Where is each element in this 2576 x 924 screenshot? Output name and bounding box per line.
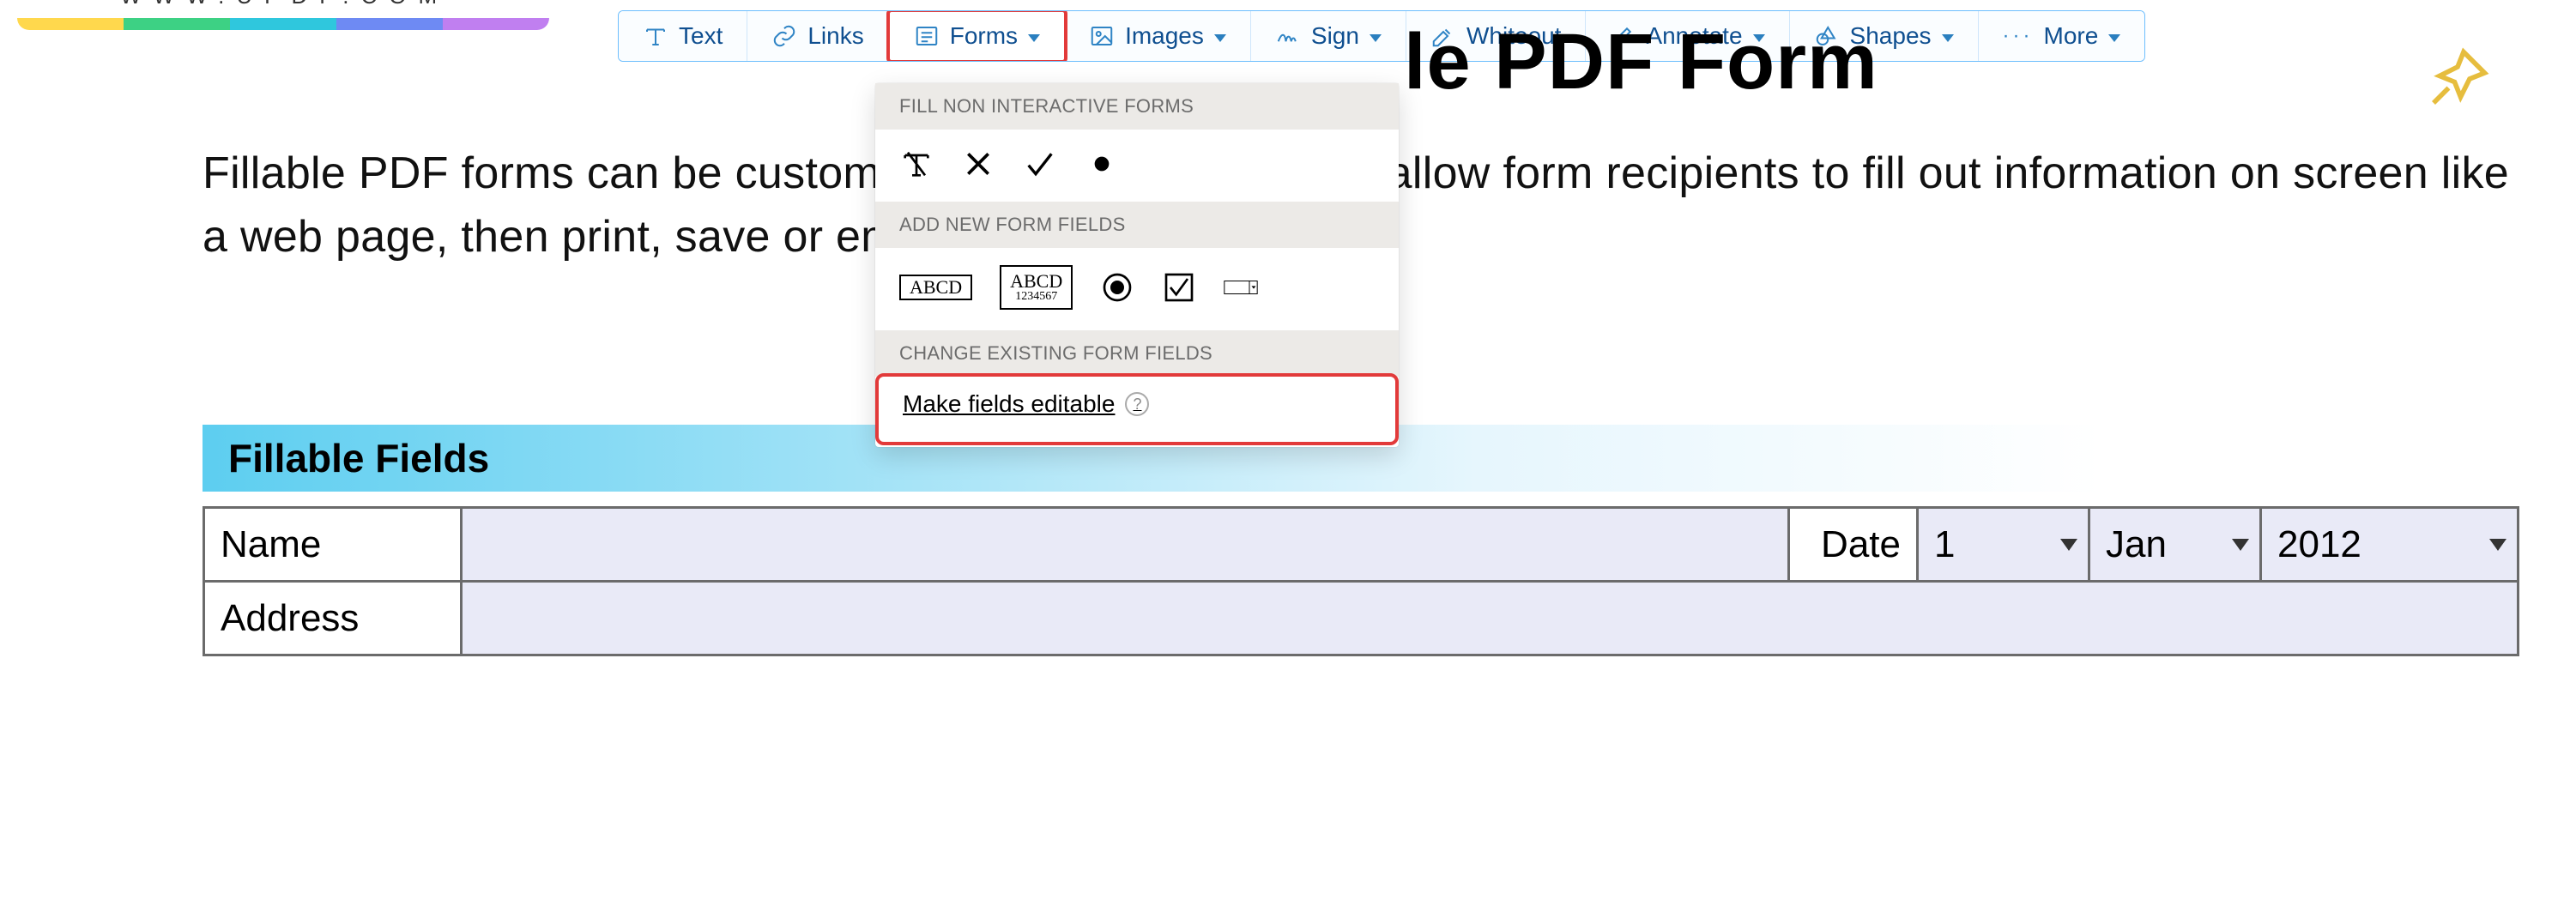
form-icon (914, 23, 940, 49)
form-table: Name Date 1 Jan 2012 Address (203, 506, 2519, 656)
chevron-down-icon (2060, 539, 2077, 551)
links-button[interactable]: Links (747, 11, 888, 61)
date-year-value: 2012 (2277, 523, 2361, 565)
sign-label: Sign (1311, 22, 1359, 50)
links-label: Links (807, 22, 863, 50)
chevron-down-icon (2489, 539, 2506, 551)
table-row: Name Date 1 Jan 2012 (204, 508, 2519, 582)
date-month-value: Jan (2106, 523, 2167, 565)
chevron-down-icon (2232, 539, 2249, 551)
add-dot-tool[interactable] (1085, 147, 1119, 181)
dot-icon (1085, 147, 1119, 181)
textfield-icon: ABCD (899, 275, 972, 300)
add-multitext-tool[interactable]: ABCD1234567 (1000, 265, 1073, 310)
image-icon (1089, 23, 1115, 49)
add-radio-tool[interactable] (1100, 270, 1134, 305)
date-day-value: 1 (1934, 523, 1955, 565)
link-icon (771, 23, 797, 49)
sign-button[interactable]: Sign (1251, 11, 1406, 61)
x-icon (961, 147, 995, 181)
text-icon (643, 23, 668, 49)
address-label: Address (204, 582, 462, 655)
radio-icon (1100, 270, 1134, 305)
pin-icon[interactable] (2422, 43, 2494, 115)
multitext-l1: ABCD (1010, 272, 1062, 291)
rainbow-bar (17, 18, 549, 30)
sign-icon (1275, 23, 1301, 49)
add-textfield-tool[interactable]: ABCD (899, 275, 972, 300)
logo-area: WWW.UPDF.COM (17, 0, 549, 30)
add-x-tool[interactable] (961, 147, 995, 181)
table-row: Address (204, 582, 2519, 655)
multitext-icon: ABCD1234567 (1000, 265, 1073, 310)
add-text-tool[interactable] (899, 147, 934, 181)
multitext-l2: 1234567 (1010, 291, 1062, 303)
page-title-fragment: le PDF Form (1404, 17, 2125, 107)
make-editable-row: Make fields editable ? (879, 377, 1395, 442)
date-year-select[interactable]: 2012 (2261, 508, 2519, 582)
name-label: Name (204, 508, 462, 582)
images-label: Images (1125, 22, 1204, 50)
address-field[interactable] (462, 582, 2519, 655)
dropdown-field-icon (1224, 270, 1258, 305)
text-tool-icon (899, 147, 934, 181)
forms-dropdown: FILL NON INTERACTIVE FORMS ADD NEW FORM … (875, 83, 1399, 447)
fill-row (875, 130, 1399, 202)
add-dropdown-tool[interactable] (1224, 270, 1258, 305)
date-label: Date (1789, 508, 1918, 582)
chevron-down-icon (1214, 34, 1226, 42)
date-month-select[interactable]: Jan (2089, 508, 2261, 582)
chevron-down-icon (1028, 34, 1040, 42)
add-checkbox-tool[interactable] (1162, 270, 1196, 305)
make-editable-link[interactable]: Make fields editable ? (903, 390, 1149, 418)
add-heading: ADD NEW FORM FIELDS (875, 202, 1399, 248)
text-button[interactable]: Text (619, 11, 747, 61)
check-icon (1023, 147, 1057, 181)
date-day-select[interactable]: 1 (1918, 508, 2089, 582)
images-button[interactable]: Images (1065, 11, 1251, 61)
name-field[interactable] (462, 508, 1789, 582)
change-heading: CHANGE EXISTING FORM FIELDS (875, 330, 1399, 377)
forms-button[interactable]: Forms (886, 10, 1067, 62)
fill-heading: FILL NON INTERACTIVE FORMS (875, 83, 1399, 130)
checkbox-icon (1162, 270, 1196, 305)
logo-url-text: WWW.UPDF.COM (120, 0, 549, 9)
help-icon[interactable]: ? (1125, 392, 1149, 416)
text-label: Text (679, 22, 723, 50)
chevron-down-icon (1370, 34, 1382, 42)
fillable-fields-title: Fillable Fields (203, 435, 489, 481)
add-check-tool[interactable] (1023, 147, 1057, 181)
make-editable-label: Make fields editable (903, 390, 1115, 418)
forms-label: Forms (950, 22, 1018, 50)
add-row: ABCD ABCD1234567 (875, 248, 1399, 330)
